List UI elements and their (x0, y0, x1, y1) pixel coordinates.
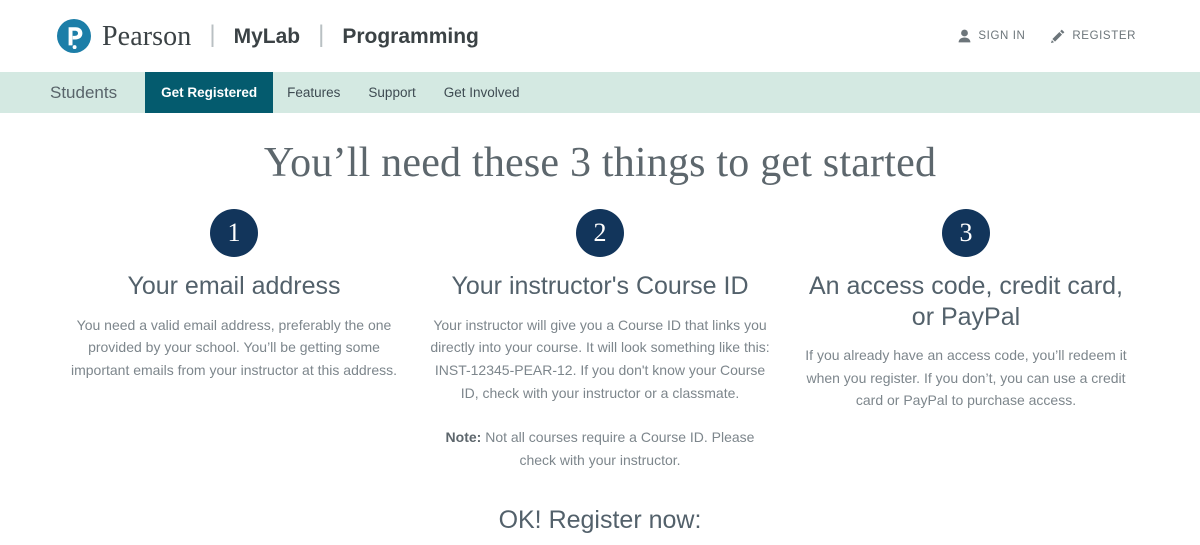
step-column-3: 3 An access code, credit card, or PayPal… (783, 209, 1149, 472)
brand-separator-2: | (318, 21, 325, 48)
step-body-2: Your instructor will give you a Course I… (430, 316, 770, 401)
person-icon (958, 29, 971, 43)
step-title-2: Your instructor's Course ID (451, 272, 749, 300)
step-badge-2: 2 (576, 209, 624, 257)
brand-discipline-programming: Programming (342, 24, 479, 48)
main-content: You’ll need these 3 things to get starte… (0, 113, 1200, 535)
nav-item-features[interactable]: Features (273, 72, 354, 113)
step-badge-3: 3 (942, 209, 990, 257)
pearson-p-logo-icon (57, 19, 91, 53)
step-column-2: 2 Your instructor's Course ID Your instr… (417, 209, 783, 472)
page-title: You’ll need these 3 things to get starte… (263, 140, 937, 186)
nav-item-get-involved[interactable]: Get Involved (430, 72, 534, 113)
step-note-2: Note: Not all courses require a Course I… (429, 426, 771, 471)
step-note-label-2: Note: (445, 429, 482, 446)
nav-item-students[interactable]: Students (50, 72, 145, 113)
brand-product-mylab: MyLab (233, 24, 301, 48)
main-navigation: Students Get Registered Features Support… (0, 72, 1200, 113)
step-body-1: You need a valid email address, preferab… (70, 316, 397, 378)
steps-columns: 1 Your email address You need a valid em… (0, 209, 1200, 472)
step-column-1: 1 Your email address You need a valid em… (51, 209, 417, 472)
step-title-1: Your email address (127, 272, 341, 300)
brand-wordmark: Pearson (102, 21, 192, 52)
sign-in-label: SIGN IN (978, 30, 1026, 42)
register-label: REGISTER (1072, 30, 1136, 42)
step-title-3: An access code, credit card, or PayPal (808, 272, 1124, 331)
sign-in-button[interactable]: SIGN IN (958, 29, 1025, 43)
register-now-heading: OK! Register now: (498, 505, 702, 534)
brand-separator-1: | (209, 21, 216, 48)
nav-item-support[interactable]: Support (354, 72, 429, 113)
site-header: Pearson | MyLab | Programming SIGN IN RE… (0, 0, 1200, 72)
register-button[interactable]: REGISTER (1051, 29, 1136, 43)
step-note-body-2: Not all courses require a Course ID. Ple… (481, 429, 755, 468)
brand-logo-group[interactable]: Pearson | MyLab | Programming (56, 18, 479, 54)
step-body-3: If you already have an access code, you’… (805, 347, 1127, 409)
step-badge-1: 1 (210, 209, 258, 257)
nav-item-get-registered[interactable]: Get Registered (145, 72, 274, 113)
pencil-icon (1051, 29, 1065, 43)
header-actions: SIGN IN REGISTER (958, 29, 1176, 43)
